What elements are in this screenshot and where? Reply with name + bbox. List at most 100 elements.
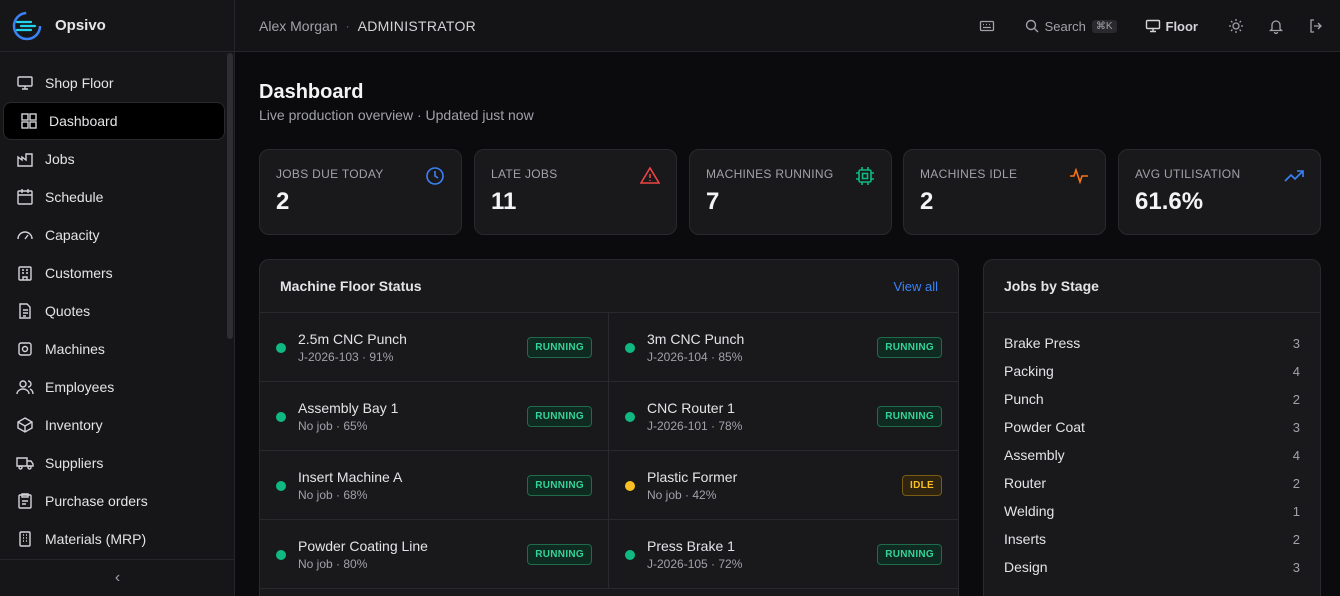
- cog-icon: [16, 340, 34, 358]
- kpi-label: MACHINES RUNNING: [706, 167, 834, 181]
- machine-meta: J-2026-103 · 91%: [298, 350, 394, 364]
- status-dot: [625, 481, 635, 491]
- sidebar-item-suppliers[interactable]: Suppliers: [0, 444, 228, 482]
- machine-name: Insert Machine A: [298, 469, 403, 485]
- sidebar-item-schedule[interactable]: Schedule: [0, 178, 228, 216]
- machine-meta: J-2026-104 · 85%: [647, 350, 743, 364]
- monitor-icon: [16, 74, 34, 92]
- machine-name: Assembly Bay 1: [298, 400, 399, 416]
- monitor-icon: [1145, 19, 1160, 33]
- header-separator: ·: [345, 18, 350, 33]
- search-button[interactable]: Search ⌘K: [1025, 19, 1117, 34]
- sidebar-item-label: Schedule: [45, 189, 104, 205]
- alert-triangle-icon: [640, 166, 660, 184]
- status-dot: [625, 343, 635, 353]
- kpi-jobs-due-today[interactable]: JOBS DUE TODAY 2: [259, 149, 462, 235]
- status-dot: [625, 412, 635, 422]
- panel-title: Machine Floor Status: [280, 278, 422, 294]
- sidebar-item-label: Shop Floor: [45, 75, 114, 91]
- sidebar-item-label: Customers: [45, 265, 113, 281]
- machine-meta: No job · 80%: [298, 557, 368, 571]
- stage-row: Assembly 4: [1004, 441, 1300, 469]
- kpi-value: 7: [706, 188, 720, 215]
- sidebar-item-label: Purchase orders: [45, 493, 148, 509]
- floor-button[interactable]: Floor: [1145, 18, 1198, 34]
- users-icon: [16, 264, 34, 282]
- stage-name: Punch: [1004, 391, 1044, 407]
- kpi-avg-utilisation[interactable]: AVG UTILISATION 61.6%: [1118, 149, 1321, 235]
- sidebar-item-machines[interactable]: Machines: [0, 330, 228, 368]
- notifications-button[interactable]: [1268, 18, 1284, 34]
- stage-count: 2: [1292, 391, 1300, 407]
- status-badge: RUNNING: [527, 475, 592, 496]
- machine-card[interactable]: 2.5m CNC Punch J-2026-103 · 91% RUNNING: [260, 313, 609, 382]
- calendar-icon: [16, 188, 34, 206]
- top-header: Alex Morgan · ADMINISTRATOR Search ⌘K Fl…: [235, 0, 1340, 52]
- trending-up-icon: [1284, 170, 1304, 182]
- machine-name: Powder Coating Line: [298, 538, 428, 554]
- sidebar-item-label: Suppliers: [45, 455, 104, 471]
- brand[interactable]: Opsivo: [0, 0, 234, 52]
- sidebar-item-materials-mrp[interactable]: Materials (MRP): [0, 520, 228, 558]
- machine-name: Plastic Former: [647, 469, 738, 485]
- logout-icon: [1310, 19, 1322, 33]
- status-badge: RUNNING: [527, 544, 592, 565]
- stage-name: Inserts: [1004, 531, 1047, 547]
- logout-button[interactable]: [1308, 18, 1324, 34]
- kpi-label: AVG UTILISATION: [1135, 167, 1241, 181]
- machine-card[interactable]: Powder Coating Line No job · 80% RUNNING: [260, 520, 609, 589]
- sidebar-item-dashboard[interactable]: Dashboard: [3, 102, 225, 140]
- sidebar-scrollbar[interactable]: [227, 53, 233, 339]
- stage-row: Punch 2: [1004, 385, 1300, 413]
- stage-row: Design 3: [1004, 553, 1300, 581]
- stage-count: 3: [1292, 335, 1300, 351]
- sidebar-item-employees[interactable]: Employees: [0, 368, 228, 406]
- stage-row: Powder Coat 3: [1004, 413, 1300, 441]
- sidebar-item-purchase-orders[interactable]: Purchase orders: [0, 482, 228, 520]
- stage-count: 3: [1292, 419, 1300, 435]
- machine-meta: J-2026-101 · 78%: [647, 419, 743, 433]
- stage-name: Assembly: [1004, 447, 1065, 463]
- machine-meta: J-2026-105 · 72%: [647, 557, 743, 571]
- page-title: Dashboard: [259, 81, 364, 103]
- sidebar-item-capacity[interactable]: Capacity: [0, 216, 228, 254]
- sidebar-item-customers[interactable]: Customers: [0, 254, 228, 292]
- kpi-value: 2: [276, 188, 290, 215]
- sidebar-collapse-button[interactable]: ‹: [0, 559, 235, 596]
- status-badge: RUNNING: [527, 337, 592, 358]
- sidebar-item-shop-floor[interactable]: Shop Floor: [0, 64, 228, 102]
- view-all-link[interactable]: View all: [893, 279, 938, 294]
- stage-count: 3: [1292, 559, 1300, 575]
- activity-icon: [1070, 167, 1088, 185]
- stage-count: 1: [1292, 503, 1300, 519]
- kpi-machines-running[interactable]: MACHINES RUNNING 7: [689, 149, 892, 235]
- keyboard-shortcuts-button[interactable]: [979, 18, 995, 34]
- sidebar-item-quotes[interactable]: Quotes: [0, 292, 228, 330]
- machine-name: CNC Router 1: [647, 400, 735, 416]
- kpi-label: LATE JOBS: [491, 167, 558, 181]
- sidebar-item-label: Employees: [45, 379, 115, 395]
- theme-toggle-button[interactable]: [1228, 18, 1244, 34]
- stage-row: Brake Press 3: [1004, 329, 1300, 357]
- machine-card[interactable]: Plastic Former No job · 42% IDLE: [609, 451, 958, 520]
- sidebar-nav: Shop Floor Dashboard Jobs Schedule Capac…: [0, 64, 228, 558]
- machine-card[interactable]: 3m CNC Punch J-2026-104 · 85% RUNNING: [609, 313, 958, 382]
- machine-card[interactable]: Press Brake 1 J-2026-105 · 72% RUNNING: [609, 520, 958, 589]
- stage-list: Brake Press 3 Packing 4 Punch 2 Powder Coat…: [984, 313, 1320, 581]
- sun-icon: [1229, 19, 1243, 33]
- kpi-value: 2: [920, 188, 934, 215]
- machine-meta: No job · 68%: [298, 488, 368, 502]
- sidebar-item-jobs[interactable]: Jobs: [0, 140, 228, 178]
- machine-name: 3m CNC Punch: [647, 331, 745, 347]
- machine-card[interactable]: Assembly Bay 1 No job · 65% RUNNING: [260, 382, 609, 451]
- stage-row: Packing 4: [1004, 357, 1300, 385]
- kpi-late-jobs[interactable]: LATE JOBS 11: [474, 149, 677, 235]
- stage-name: Design: [1004, 559, 1048, 575]
- machine-card[interactable]: Insert Machine A No job · 68% RUNNING: [260, 451, 609, 520]
- sidebar-item-inventory[interactable]: Inventory: [0, 406, 228, 444]
- stage-name: Brake Press: [1004, 335, 1081, 351]
- user-name: Alex Morgan: [259, 17, 338, 34]
- machine-card[interactable]: CNC Router 1 J-2026-101 · 78% RUNNING: [609, 382, 958, 451]
- kpi-machines-idle[interactable]: MACHINES IDLE 2: [903, 149, 1106, 235]
- status-dot: [276, 550, 286, 560]
